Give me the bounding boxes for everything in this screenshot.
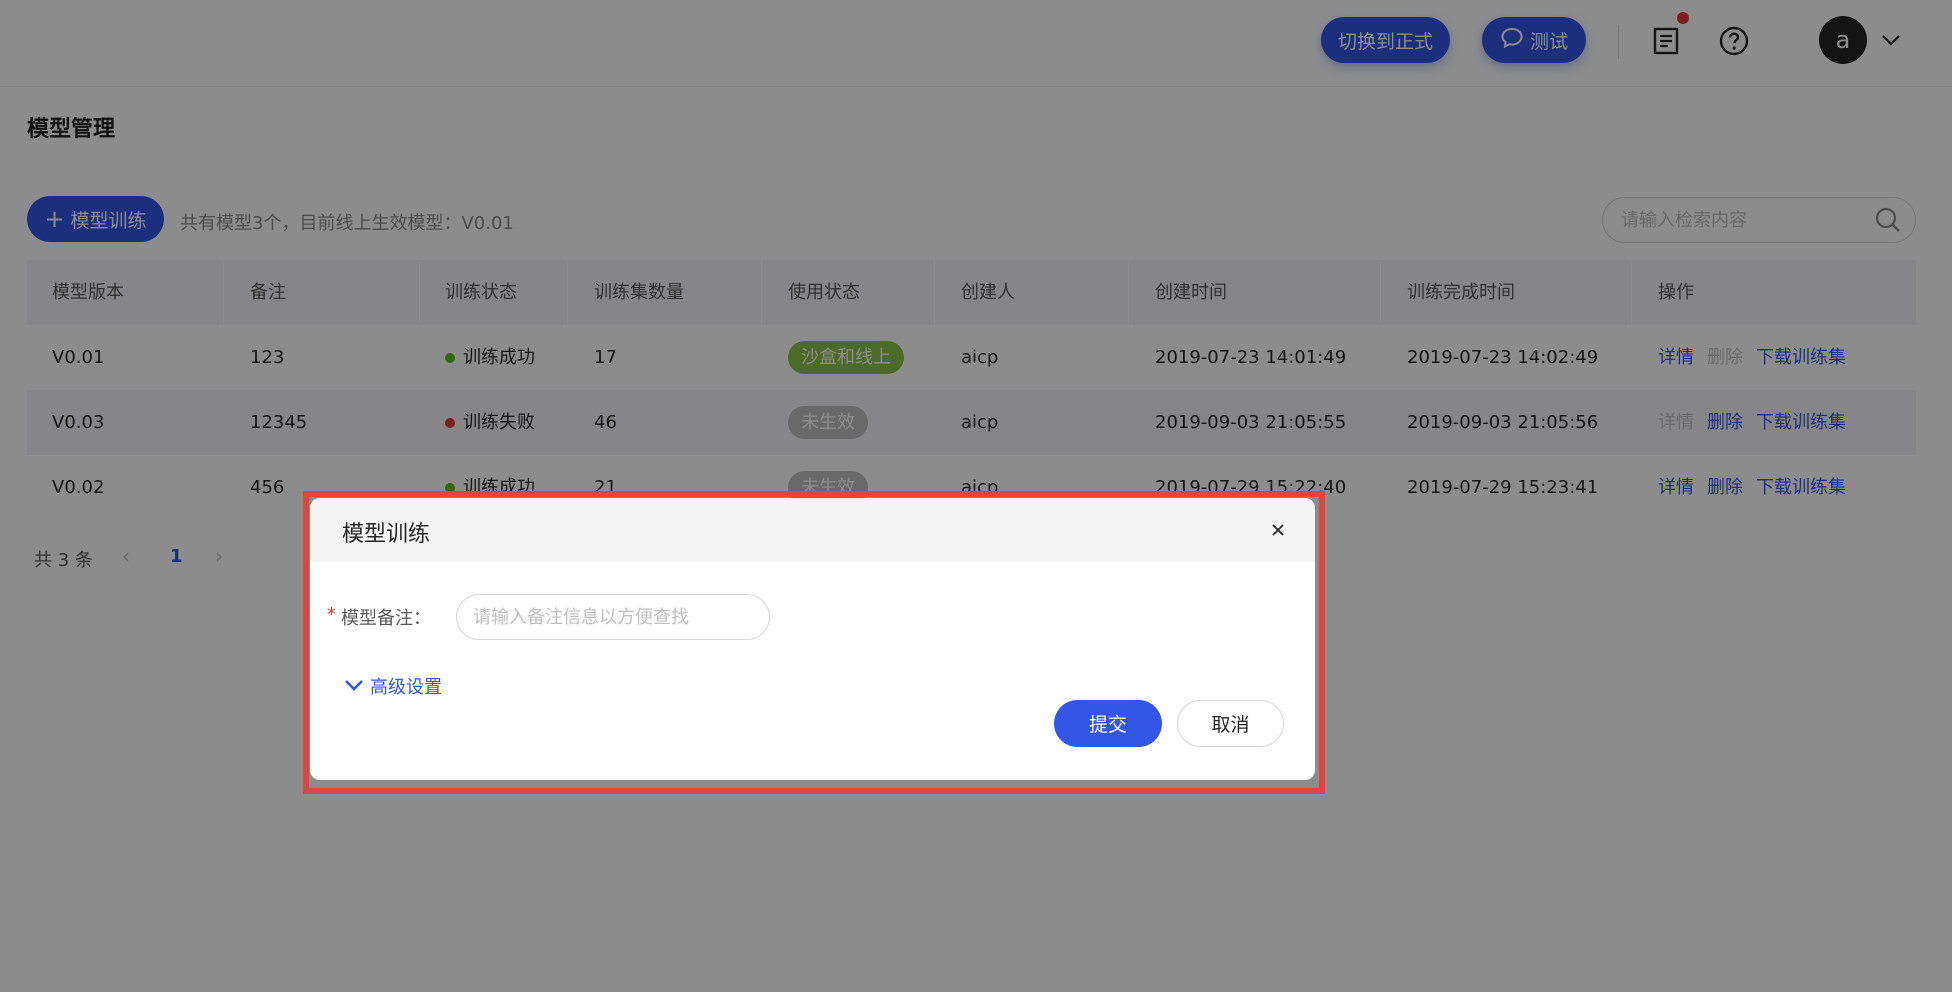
chevron-down-icon <box>344 676 364 697</box>
advanced-settings-toggle[interactable]: 高级设置 <box>344 673 442 699</box>
model-note-label: 模型备注： <box>341 608 431 629</box>
model-note-input[interactable] <box>456 594 770 640</box>
required-mark: * <box>327 604 336 625</box>
cancel-button[interactable]: 取消 <box>1177 700 1284 747</box>
close-icon[interactable] <box>1266 518 1290 542</box>
advanced-settings-label: 高级设置 <box>370 677 442 698</box>
model-train-dialog: 模型训练 * 模型备注： 高级设置 提交 取消 <box>310 498 1315 780</box>
dialog-title: 模型训练 <box>342 522 431 547</box>
submit-button[interactable]: 提交 <box>1054 700 1162 747</box>
dialog-header: 模型训练 <box>310 498 1315 562</box>
